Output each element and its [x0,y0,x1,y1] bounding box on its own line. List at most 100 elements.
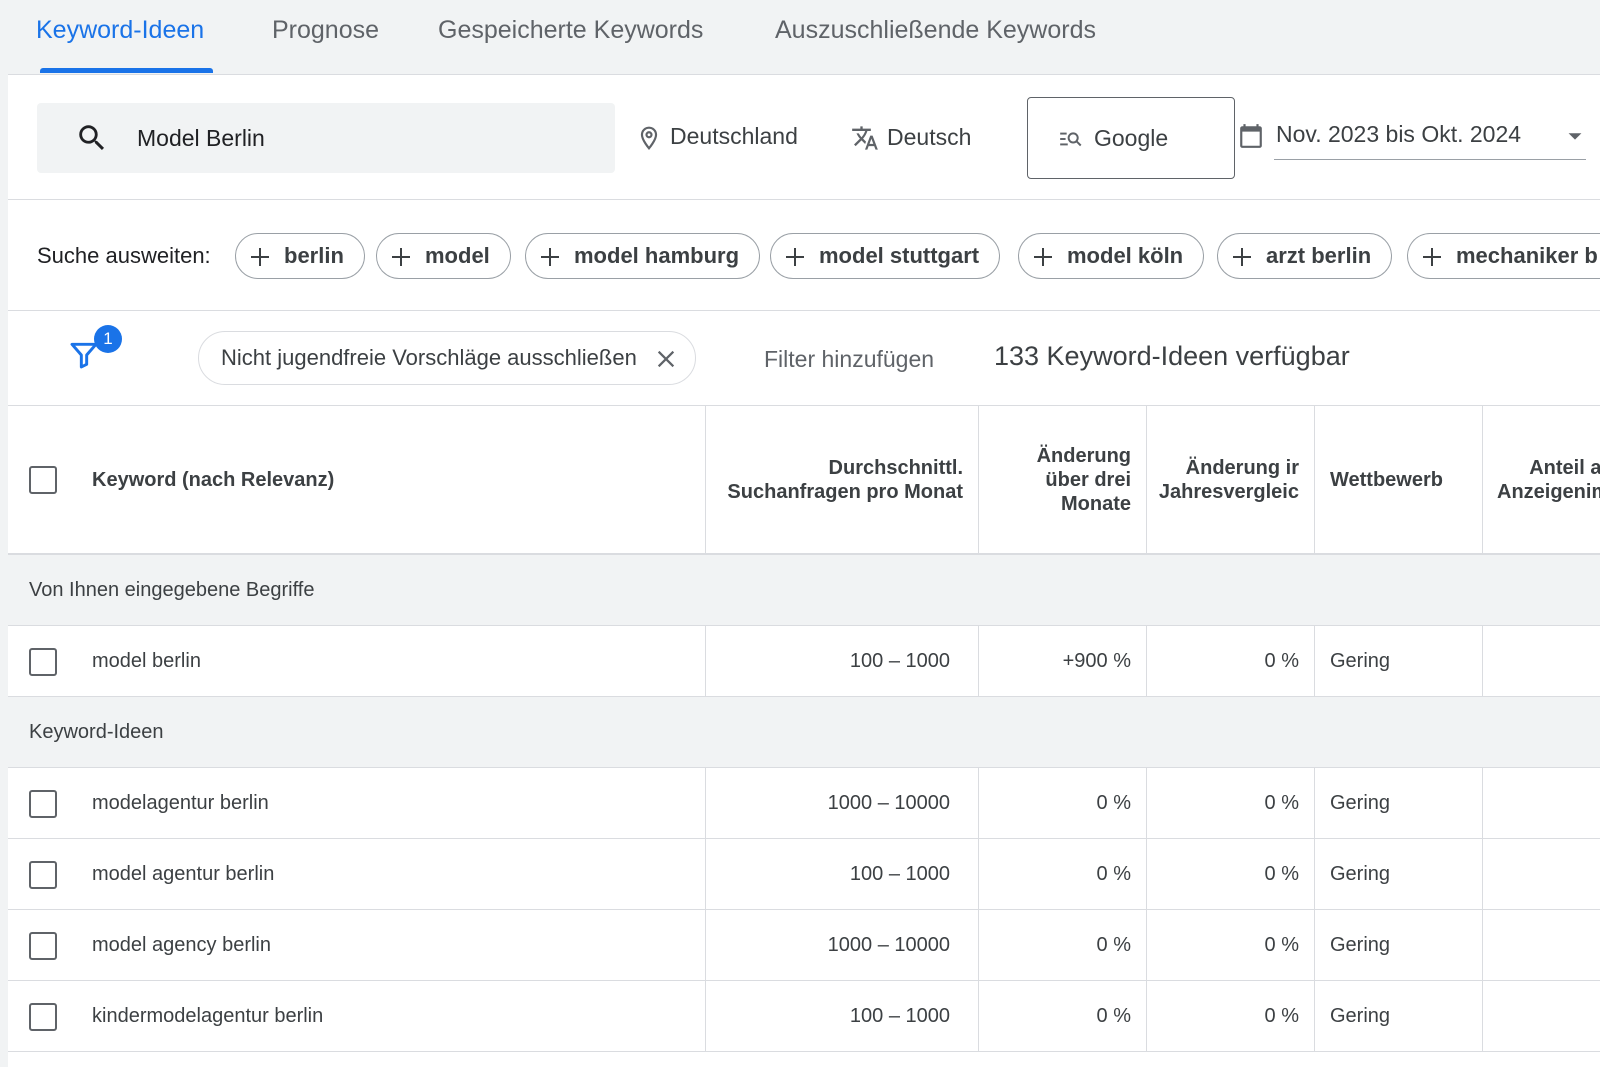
plus-icon [1420,243,1444,269]
table-row[interactable]: kindermodelagentur berlin 100 – 1000 0 %… [8,981,1600,1052]
search-input[interactable]: Model Berlin [37,103,615,173]
plus-icon [1230,243,1254,269]
language-selector[interactable]: Deutsch [851,123,971,152]
keyword-text: kindermodelagentur berlin [92,1005,324,1027]
column-header-ad-share[interactable]: Anteil ar Anzeigenim [1483,405,1600,555]
change-3m-cell: 0 % [979,839,1147,910]
row-checkbox[interactable] [29,1002,57,1031]
yoy-cell: 0 % [1147,981,1315,1052]
plus-icon [538,243,562,269]
active-filter-chip[interactable]: Nicht jugendfreie Vorschläge ausschließe… [198,331,696,385]
column-header-keyword-label: Keyword (nach Relevanz) [92,469,335,491]
search-value: Model Berlin [137,125,265,151]
avg-searches-cell: 100 – 1000 [706,981,979,1052]
expand-chip-arzt-berlin[interactable]: arzt berlin [1217,233,1393,279]
keyword-count-text: 133 Keyword-Ideen verfügbar [994,341,1350,371]
ad-share-cell [1483,981,1600,1052]
table-row[interactable]: model berlin 100 – 1000 +900 % 0 % Gerin… [8,626,1600,697]
expand-chip-mechaniker[interactable]: mechaniker b [1407,233,1600,279]
location-pin-icon [636,123,662,151]
ad-share-header-line1: Anteil ar [1529,457,1600,479]
chip-label: mechaniker b [1456,243,1598,268]
ad-share-cell [1483,768,1600,839]
yoy-header-line1: Änderung ir [1185,457,1299,479]
column-header-yoy[interactable]: Änderung ir Jahresvergleic [1147,405,1315,555]
avg-searches-cell: 1000 – 10000 [706,768,979,839]
change-3m-header-line2: über drei [1045,469,1131,491]
column-header-change-3m[interactable]: Änderung über drei Monate [979,405,1147,555]
tab-bar: Keyword-Ideen Prognose Gespeicherte Keyw… [0,0,1600,74]
select-all-checkbox[interactable] [29,466,57,494]
change-3m-cell: 0 % [979,981,1147,1052]
tab-auszuschliessende-keywords[interactable]: Auszuschließende Keywords [775,16,1096,45]
group-row-keyword-ideas: Keyword-Ideen [8,697,1600,768]
row-checkbox[interactable] [29,931,57,960]
change-3m-header-line1: Änderung [1036,445,1131,467]
competition-cell: Gering [1315,839,1483,910]
keyword-text: modelagentur berlin [92,792,269,814]
chip-label: model stuttgart [819,243,980,268]
tab-prognose[interactable]: Prognose [272,16,379,45]
network-label: Google [1094,124,1169,151]
yoy-cell: 0 % [1147,839,1315,910]
avg-searches-cell: 1000 – 10000 [706,910,979,981]
avg-searches-header-line1: Durchschnittl. [828,457,963,479]
divider [8,310,1600,311]
chip-label: model hamburg [574,243,740,268]
expand-chip-model-hamburg[interactable]: model hamburg [525,233,761,279]
row-checkbox[interactable] [29,860,57,889]
tab-keyword-ideen[interactable]: Keyword-Ideen [36,16,204,45]
expand-search-label: Suche ausweiten: [37,243,211,268]
keyword-text: model agency berlin [92,934,271,956]
table-header: Keyword (nach Relevanz) Durchschnittl. S… [8,405,1600,555]
change-3m-cell: 0 % [979,910,1147,981]
avg-searches-cell: 100 – 1000 [706,839,979,910]
column-header-avg-searches[interactable]: Durchschnittl. Suchanfragen pro Monat [706,405,979,555]
keyword-text: model berlin [92,650,201,672]
tab-gespeicherte-keywords[interactable]: Gespeicherte Keywords [438,16,703,45]
plus-icon [1031,243,1055,269]
table-row[interactable]: model agency berlin 1000 – 10000 0 % 0 %… [8,910,1600,981]
yoy-cell: 0 % [1147,626,1315,697]
network-selector-button[interactable]: Google [1027,97,1235,179]
date-range-field[interactable]: Nov. 2023 bis Okt. 2024 [1274,110,1586,160]
avg-searches-header-line2: Suchanfragen pro Monat [727,481,963,503]
filter-count-badge: 1 [94,325,122,353]
language-label: Deutsch [887,123,972,150]
ad-share-cell [1483,626,1600,697]
column-header-competition[interactable]: Wettbewerb [1315,405,1483,555]
chip-label: model [425,243,490,268]
competition-cell: Gering [1315,768,1483,839]
location-label: Deutschland [670,123,798,150]
filter-button[interactable]: 1 [68,325,128,377]
keyword-cell: model berlin [8,626,706,697]
table-row[interactable]: modelagentur berlin 1000 – 10000 0 % 0 %… [8,768,1600,839]
date-range-selector[interactable]: Nov. 2023 bis Okt. 2024 [1238,109,1600,161]
keyword-table: Keyword (nach Relevanz) Durchschnittl. S… [8,405,1600,1052]
keyword-cell: modelagentur berlin [8,768,706,839]
location-selector[interactable]: Deutschland [636,123,798,151]
close-icon[interactable] [655,345,677,371]
group-label: Von Ihnen eingegebene Begriffe [29,579,315,601]
chip-label: arzt berlin [1266,243,1372,268]
expand-chip-model-koeln[interactable]: model köln [1018,233,1205,279]
ad-share-cell [1483,839,1600,910]
yoy-cell: 0 % [1147,768,1315,839]
keyword-cell: kindermodelagentur berlin [8,981,706,1052]
avg-searches-cell: 100 – 1000 [706,626,979,697]
column-header-keyword[interactable]: Keyword (nach Relevanz) [8,405,706,555]
add-filter-button[interactable]: Filter hinzufügen [764,346,934,373]
plus-icon [783,243,807,269]
expand-chip-berlin[interactable]: berlin [235,233,365,279]
date-range-label: Nov. 2023 bis Okt. 2024 [1276,121,1522,147]
divider [8,199,1600,200]
row-checkbox[interactable] [29,647,57,676]
expand-chip-model[interactable]: model [376,233,511,279]
table-row[interactable]: model agentur berlin 100 – 1000 0 % 0 % … [8,839,1600,910]
row-checkbox[interactable] [29,789,57,818]
expand-chip-model-stuttgart[interactable]: model stuttgart [770,233,1001,279]
competition-cell: Gering [1315,981,1483,1052]
dropdown-arrow-icon [1564,121,1586,148]
yoy-header-line2: Jahresvergleic [1158,481,1299,503]
calendar-icon [1238,121,1264,149]
